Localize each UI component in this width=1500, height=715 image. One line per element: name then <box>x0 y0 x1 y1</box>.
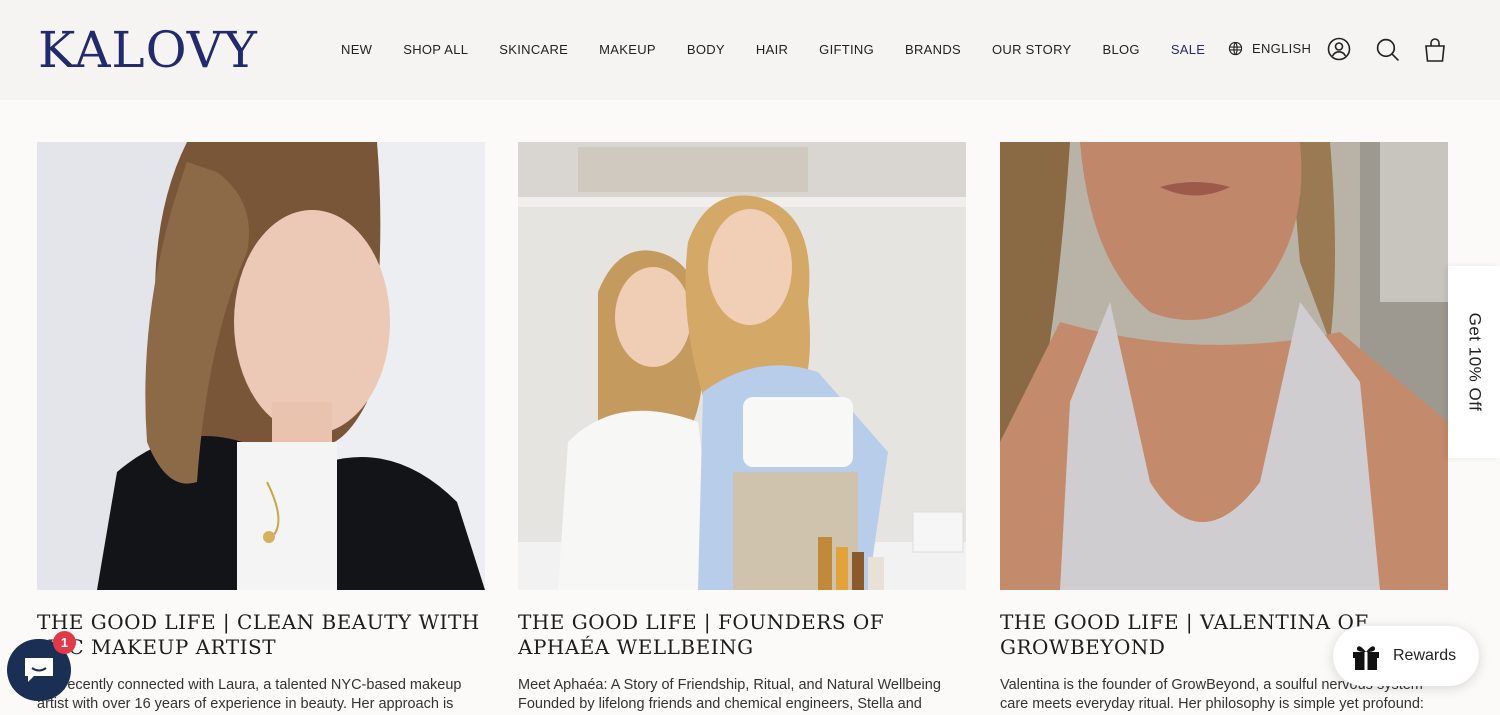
rewards-label: Rewards <box>1393 647 1457 664</box>
nav-item-makeup[interactable]: MAKEUP <box>599 41 656 59</box>
account-icon[interactable] <box>1327 37 1351 61</box>
blog-card[interactable]: THE GOOD LIFE | CLEAN BEAUTY WITH NYC MA… <box>37 142 485 713</box>
rewards-button[interactable]: Rewards <box>1333 626 1479 686</box>
search-icon[interactable] <box>1375 37 1400 62</box>
blog-card-image[interactable] <box>37 142 485 590</box>
nav-item-new[interactable]: NEW <box>341 41 372 59</box>
globe-icon <box>1228 41 1243 56</box>
nav-item-skincare[interactable]: SKINCARE <box>499 41 568 59</box>
blog-card[interactable]: THE GOOD LIFE | FOUNDERS OF APHAÉA WELLB… <box>518 142 966 713</box>
blog-card-title[interactable]: THE GOOD LIFE | FOUNDERS OF APHAÉA WELLB… <box>518 610 966 660</box>
blog-card-excerpt: Meet Aphaéa: A Story of Friendship, Ritu… <box>518 677 941 712</box>
site-logo[interactable]: KALOVY <box>38 22 258 78</box>
nav-item-shop-all[interactable]: SHOP ALL <box>403 41 468 59</box>
gift-icon <box>1353 646 1379 670</box>
nav-item-sale[interactable]: SALE <box>1171 41 1205 59</box>
nav-item-gifting[interactable]: GIFTING <box>819 41 874 59</box>
nav-item-blog[interactable]: BLOG <box>1103 41 1140 59</box>
chat-notification-badge: 1 <box>53 631 76 654</box>
blog-card-excerpt: We recently connected with Laura, a tale… <box>37 677 462 712</box>
nav-item-brands[interactable]: BRANDS <box>905 41 961 59</box>
main-nav: NEW SHOP ALL SKINCARE MAKEUP BODY HAIR G… <box>341 41 1236 59</box>
site-header: KALOVY NEW SHOP ALL SKINCARE MAKEUP BODY… <box>0 0 1500 100</box>
blog-card-title[interactable]: THE GOOD LIFE | CLEAN BEAUTY WITH NYC MA… <box>37 610 485 660</box>
cart-icon[interactable] <box>1423 37 1447 63</box>
nav-item-hair[interactable]: HAIR <box>756 41 788 59</box>
blog-card-image[interactable] <box>1000 142 1448 590</box>
nav-item-body[interactable]: BODY <box>687 41 725 59</box>
discount-side-tab[interactable]: Get 10% Off <box>1448 266 1500 458</box>
discount-side-tab-label: Get 10% Off <box>1465 312 1485 412</box>
language-label: ENGLISH <box>1252 41 1312 56</box>
language-selector[interactable]: ENGLISH <box>1228 41 1311 56</box>
blog-card-image[interactable] <box>518 142 966 590</box>
chat-icon <box>25 658 53 682</box>
nav-item-our-story[interactable]: OUR STORY <box>992 41 1072 59</box>
